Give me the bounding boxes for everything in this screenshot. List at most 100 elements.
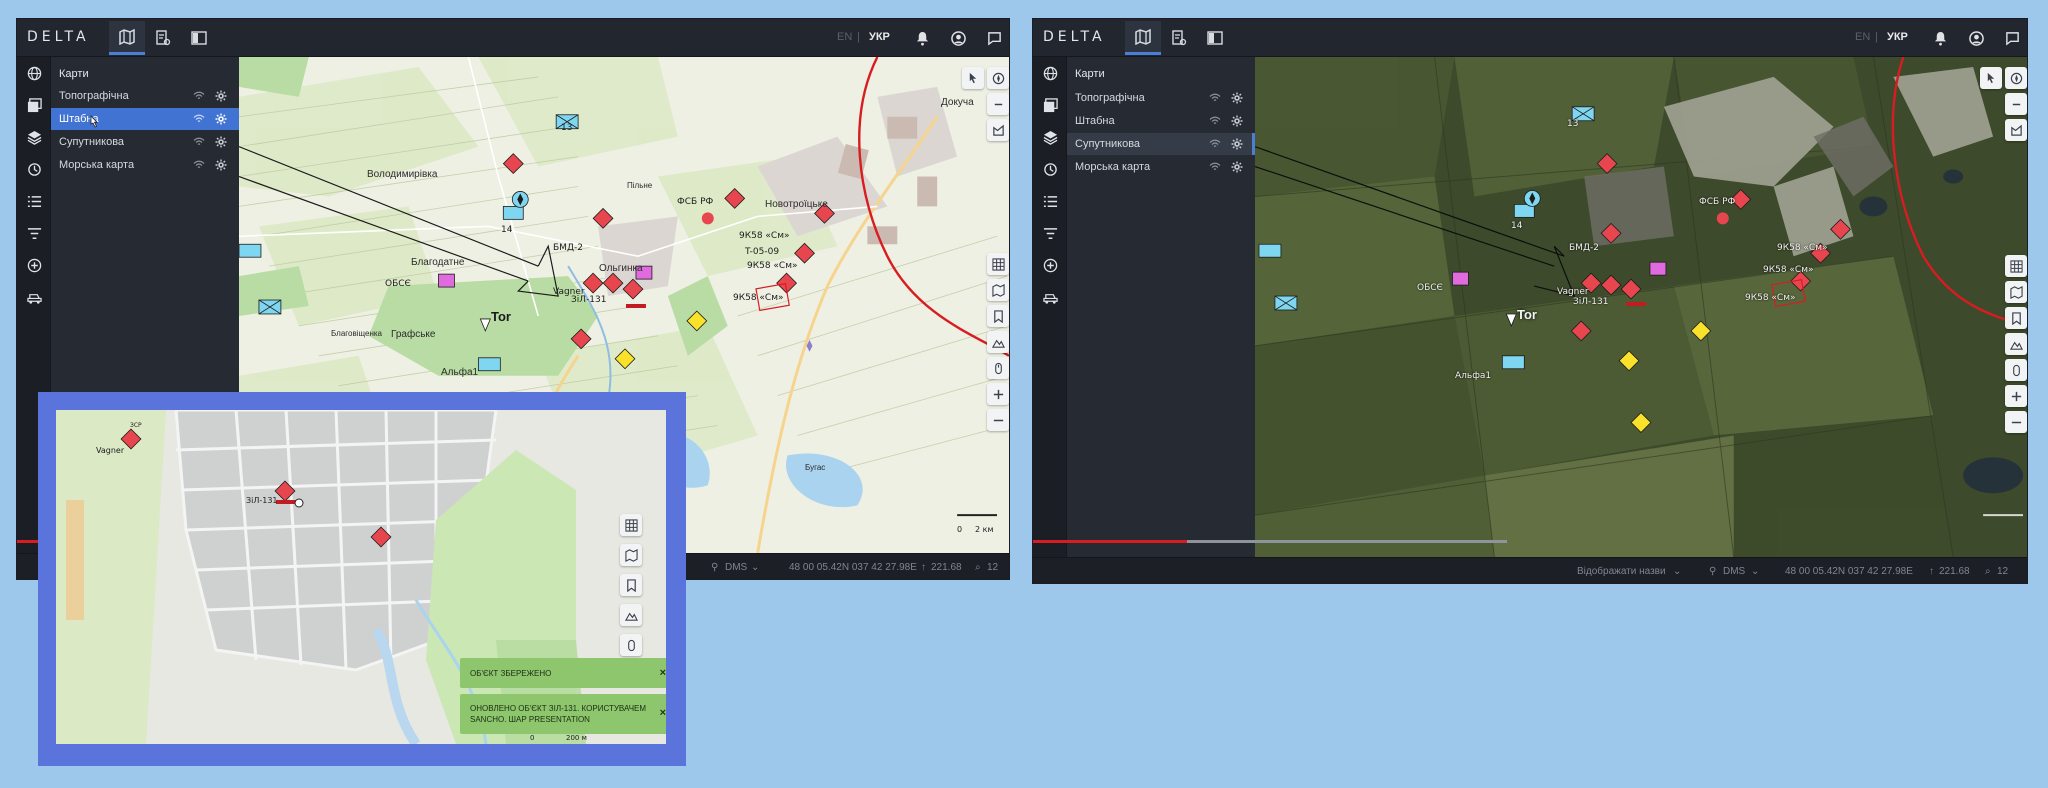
lang-en[interactable]: EN [837, 31, 852, 43]
panel-toggle-button[interactable] [1197, 21, 1233, 55]
inset-mouse-button[interactable] [620, 634, 642, 656]
symbol-label: 14 [501, 225, 513, 235]
scale-zero: 0 [957, 525, 963, 534]
user-icon[interactable] [949, 29, 967, 47]
filter-icon[interactable] [24, 223, 44, 243]
layers-icon[interactable] [1040, 127, 1060, 147]
map-canvas-satellite[interactable]: ФСБ РФ БМД-2 ЗіЛ-131 Vagner 9К58 «См» 9К… [1255, 57, 2027, 557]
list-icon[interactable] [24, 191, 44, 211]
bell-icon[interactable] [1931, 29, 1949, 47]
zoom-in-button[interactable] [987, 383, 1009, 405]
gear-icon[interactable] [215, 159, 227, 171]
layer-item-satellite[interactable]: Супутникова [51, 131, 239, 153]
map-mode-button[interactable] [1125, 21, 1161, 55]
grid-button[interactable] [987, 253, 1009, 275]
chat-icon[interactable] [985, 29, 1003, 47]
wifi-icon [1209, 162, 1221, 170]
gear-icon[interactable] [1231, 115, 1243, 127]
panel-toggle-button[interactable] [181, 21, 217, 55]
inset-grid-button[interactable] [620, 514, 642, 536]
map-type-button[interactable] [2005, 281, 2027, 303]
app-logo: DELTA [27, 29, 90, 45]
cursor-icon [1987, 72, 1994, 83]
user-icon[interactable] [1967, 29, 1985, 47]
compass-button[interactable] [987, 67, 1009, 89]
layer-item-satellite[interactable]: Супутникова [1067, 133, 1255, 155]
show-names-select[interactable]: Відображати назви [1577, 566, 1666, 577]
gear-icon[interactable] [1231, 161, 1243, 173]
coord-format-select[interactable]: DMS [725, 562, 747, 573]
gear-icon[interactable] [215, 90, 227, 102]
gear-icon[interactable] [1231, 138, 1243, 150]
filter-icon[interactable] [1040, 223, 1060, 243]
images-icon[interactable] [24, 95, 44, 115]
zoom-out-button[interactable] [2005, 411, 2027, 433]
lang-ukr[interactable]: УКР [869, 31, 890, 43]
chevron-down-icon[interactable]: ⌄ [1673, 566, 1681, 577]
terrain-button[interactable] [2005, 333, 2027, 355]
minus-button[interactable] [2005, 93, 2027, 115]
inset-map-type-button[interactable] [620, 544, 642, 566]
gear-icon[interactable] [215, 136, 227, 148]
layer-item-nautical[interactable]: Морська карта [1067, 156, 1255, 178]
mouse-mode-button[interactable] [987, 357, 1009, 379]
wifi-icon [193, 114, 205, 122]
history-icon[interactable] [1040, 159, 1060, 179]
map-type-button[interactable] [987, 279, 1009, 301]
compass-button[interactable] [2005, 67, 2027, 89]
measure-button[interactable] [2005, 119, 2027, 141]
lang-separator: | [857, 31, 860, 43]
mouse-icon [2012, 364, 2020, 376]
zoom-icon: ⌕ [1985, 566, 1991, 577]
mouse-mode-button[interactable] [2005, 359, 2027, 381]
left-toolbar [1033, 57, 1067, 557]
top-bar: DELTA EN | УКР [1033, 19, 2027, 57]
gear-icon[interactable] [215, 113, 227, 125]
measure-button[interactable] [987, 119, 1009, 141]
chevron-down-icon[interactable]: ⌄ [751, 562, 759, 573]
add-circle-icon[interactable] [24, 255, 44, 275]
list-icon[interactable] [1040, 191, 1060, 211]
layers-edit-button[interactable] [1161, 21, 1197, 55]
zoom-in-button[interactable] [2005, 385, 2027, 407]
add-circle-icon[interactable] [1040, 255, 1060, 275]
inset-terrain-button[interactable] [620, 604, 642, 626]
select-tool-button[interactable] [962, 67, 984, 89]
layer-item-topographic[interactable]: Топографічна [51, 85, 239, 107]
layer-item-staff[interactable]: Штабна [1067, 110, 1255, 132]
bell-icon[interactable] [913, 29, 931, 47]
zoom-inset-map[interactable]: Vagner ЗіЛ-131 ЗСР ОБ'ЄКТ ЗБЕРЕЖЕНО × ОН… [56, 410, 666, 744]
bookmark-button[interactable] [987, 305, 1009, 327]
gear-icon[interactable] [1231, 92, 1243, 104]
bookmark-button[interactable] [2005, 307, 2027, 329]
zoom-out-button[interactable] [987, 409, 1009, 431]
map-mode-button[interactable] [109, 21, 145, 55]
layer-label: Топографічна [1075, 92, 1145, 104]
layers-edit-button[interactable] [145, 21, 181, 55]
coord-format-select[interactable]: DMS [1723, 566, 1745, 577]
layer-item-nautical[interactable]: Морська карта [51, 154, 239, 176]
chat-icon[interactable] [2003, 29, 2021, 47]
images-icon[interactable] [1040, 95, 1060, 115]
vehicle-icon[interactable] [1040, 287, 1060, 307]
globe-icon[interactable] [24, 63, 44, 83]
layer-item-staff[interactable]: Штабна [51, 108, 239, 130]
inset-bookmark-button[interactable] [620, 574, 642, 596]
history-icon[interactable] [24, 159, 44, 179]
lang-en[interactable]: EN [1855, 31, 1870, 43]
close-icon[interactable]: × [660, 708, 666, 719]
lang-ukr[interactable]: УКР [1887, 31, 1908, 43]
chevron-down-icon[interactable]: ⌄ [1751, 566, 1759, 577]
globe-icon[interactable] [1040, 63, 1060, 83]
scale-label: 2 км [975, 525, 994, 534]
sidebar-panel-icon [1207, 31, 1223, 45]
minus-button[interactable] [987, 93, 1009, 115]
close-icon[interactable]: × [660, 667, 666, 679]
layers-icon[interactable] [24, 127, 44, 147]
vehicle-icon[interactable] [24, 287, 44, 307]
grid-button[interactable] [2005, 255, 2027, 277]
select-tool-button[interactable] [1980, 67, 2002, 89]
symbol-label: 9К58 «См» [1745, 293, 1796, 303]
terrain-button[interactable] [987, 331, 1009, 353]
layer-item-topographic[interactable]: Топографічна [1067, 87, 1255, 109]
